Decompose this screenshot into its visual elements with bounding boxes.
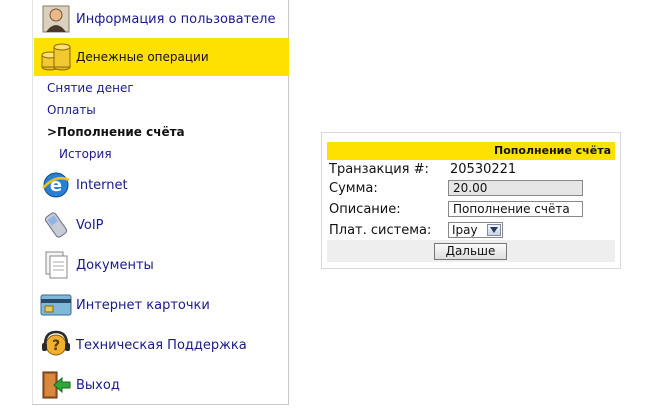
amount-field[interactable]: 20.00 [448, 180, 583, 196]
chevron-down-icon[interactable] [487, 224, 501, 236]
menu-item-label: Выход [76, 377, 120, 393]
coins-icon [39, 40, 73, 74]
payment-system-value: Ipay [452, 223, 478, 237]
menu-item-exit[interactable]: Выход [34, 366, 289, 404]
next-button[interactable]: Дальше [434, 243, 507, 260]
payment-system-label: Плат. система: [329, 223, 432, 238]
button-bar: Дальше [327, 240, 615, 262]
transaction-value: 20530221 [450, 162, 517, 177]
submenu-item-history[interactable]: История [59, 147, 112, 161]
menu-item-label: VoIP [76, 217, 104, 233]
exit-icon [39, 368, 73, 402]
menu-item-tech-support[interactable]: ? Техническая Поддержка [34, 326, 289, 364]
amount-label: Сумма: [329, 181, 378, 196]
headset-icon: ? [39, 328, 73, 362]
documents-icon [39, 248, 73, 282]
menu-item-label: Техническая Поддержка [76, 337, 247, 353]
panel-title: Пополнение счёта [327, 142, 615, 160]
menu-item-label: Денежные операции [76, 50, 209, 64]
description-label: Описание: [329, 202, 401, 217]
menu-item-internet-cards[interactable]: Интернет карточки [34, 286, 289, 324]
internet-explorer-icon: e [39, 168, 73, 202]
payment-system-select[interactable]: Ipay [448, 222, 503, 238]
user-icon [39, 2, 73, 36]
submenu-item-payments[interactable]: Оплаты [47, 103, 96, 117]
sidebar-menu: Информация о пользователе Денежные опера… [32, 0, 289, 405]
menu-item-label: Internet [76, 177, 128, 193]
menu-item-label: Интернет карточки [76, 297, 210, 313]
menu-item-money-operations[interactable]: Денежные операции [34, 38, 289, 76]
submenu-item-top-up[interactable]: >Пополнение счёта [47, 125, 185, 139]
submenu-item-withdraw[interactable]: Снятие денег [47, 81, 134, 95]
menu-item-user-info[interactable]: Информация о пользователе [34, 0, 289, 38]
description-field[interactable]: Пополнение счёта [448, 201, 583, 217]
phone-icon [39, 208, 73, 242]
svg-text:?: ? [52, 338, 60, 354]
top-up-panel: Пополнение счёта Транзакция #: 20530221 … [321, 132, 621, 269]
menu-item-voip[interactable]: VoIP [34, 206, 289, 244]
menu-item-label: Информация о пользователе [76, 11, 276, 27]
card-icon [39, 288, 73, 322]
menu-item-documents[interactable]: Документы [34, 246, 289, 284]
transaction-label: Транзакция #: [329, 162, 429, 177]
menu-item-internet[interactable]: e Internet [34, 166, 289, 204]
menu-item-label: Документы [76, 257, 154, 273]
